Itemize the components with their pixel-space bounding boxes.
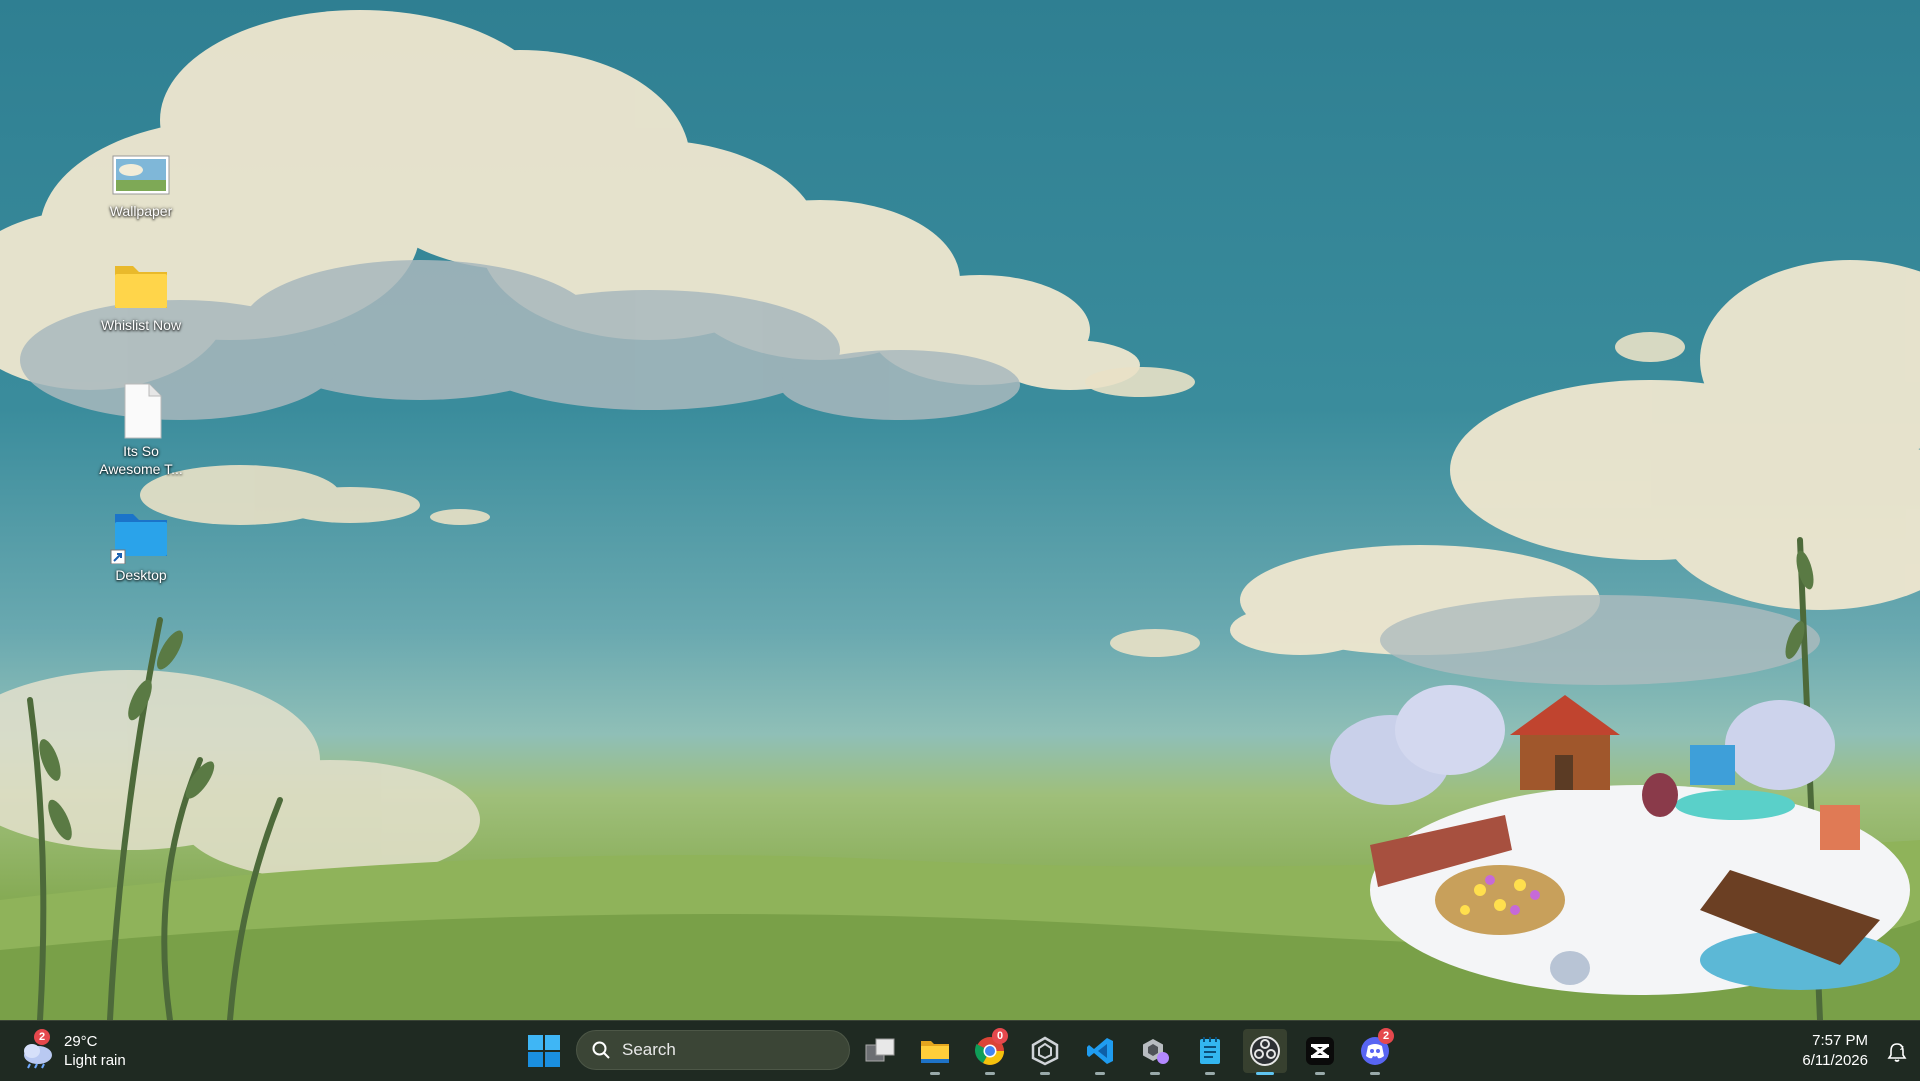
start-button[interactable] <box>526 1033 562 1069</box>
desktop-icon-wallpaper[interactable]: Wallpaper <box>86 150 196 220</box>
unity-icon <box>1031 1036 1059 1066</box>
svg-text:z: z <box>1900 1044 1904 1052</box>
running-indicator <box>1205 1072 1215 1075</box>
desktop-wallpaper <box>0 0 1920 1020</box>
notepad-icon <box>1200 1037 1220 1064</box>
weather-temperature: 29°C <box>64 1033 98 1050</box>
windows-logo-icon <box>528 1035 560 1067</box>
taskbar: 2 29°C Light rain Search 0 2 7:57 PM 6/1… <box>0 1020 1920 1081</box>
notification-bell-icon[interactable]: z <box>1886 1041 1908 1063</box>
search-icon <box>592 1041 610 1059</box>
clock-date: 6/11/2026 <box>1802 1052 1868 1069</box>
running-indicator <box>985 1072 995 1075</box>
chrome-badge: 0 <box>992 1028 1008 1044</box>
system-clock[interactable]: 7:57 PM 6/11/2026 <box>1802 1031 1868 1071</box>
search-placeholder: Search <box>622 1040 676 1059</box>
running-indicator <box>1095 1072 1105 1075</box>
desktop-icon-desktop-shortcut[interactable]: Desktop <box>86 508 196 584</box>
active-indicator <box>1256 1072 1274 1075</box>
task-view-button[interactable] <box>858 1029 902 1073</box>
obs-button[interactable] <box>1243 1029 1287 1075</box>
unity-button[interactable] <box>1023 1029 1067 1075</box>
weather-widget[interactable]: 2 29°C Light rain <box>20 1029 126 1073</box>
discord-button[interactable]: 2 <box>1353 1028 1397 1075</box>
chrome-button[interactable]: 0 <box>968 1028 1012 1075</box>
running-indicator <box>1150 1072 1160 1075</box>
vscode-button[interactable] <box>1078 1029 1122 1075</box>
taskbar-search[interactable]: Search <box>576 1030 850 1070</box>
desktop-icon-label: Its So Awesome T... <box>99 443 183 477</box>
unity-hub-button[interactable] <box>1133 1029 1177 1075</box>
obs-icon <box>1250 1036 1280 1066</box>
desktop-icon-whislist-now[interactable]: Whislist Now <box>86 258 196 334</box>
folder-icon <box>109 258 173 322</box>
capcut-button[interactable] <box>1298 1029 1342 1075</box>
running-indicator <box>1315 1072 1325 1075</box>
island-widget <box>1330 685 1910 995</box>
capcut-icon <box>1306 1037 1334 1065</box>
text-document-icon <box>109 382 173 446</box>
notepad-button[interactable] <box>1188 1029 1232 1075</box>
weather-condition: Light rain <box>64 1052 126 1069</box>
running-indicator <box>930 1072 940 1075</box>
running-indicator <box>1040 1072 1050 1075</box>
discord-badge: 2 <box>1378 1028 1394 1044</box>
folder-icon <box>921 1041 949 1063</box>
task-view-icon <box>865 1038 895 1062</box>
clock-time: 7:57 PM <box>1812 1032 1868 1049</box>
image-file-icon <box>109 150 173 214</box>
rain-cloud-icon: 2 <box>20 1029 56 1069</box>
weather-badge: 2 <box>34 1029 50 1045</box>
desktop-folder-shortcut-icon <box>109 508 173 572</box>
unity-hub-icon <box>1143 1039 1169 1064</box>
running-indicator <box>1370 1072 1380 1075</box>
vscode-icon <box>1087 1038 1113 1064</box>
desktop-icon-text-file[interactable]: Its So Awesome T... <box>86 382 196 478</box>
file-explorer-button[interactable] <box>913 1029 957 1075</box>
